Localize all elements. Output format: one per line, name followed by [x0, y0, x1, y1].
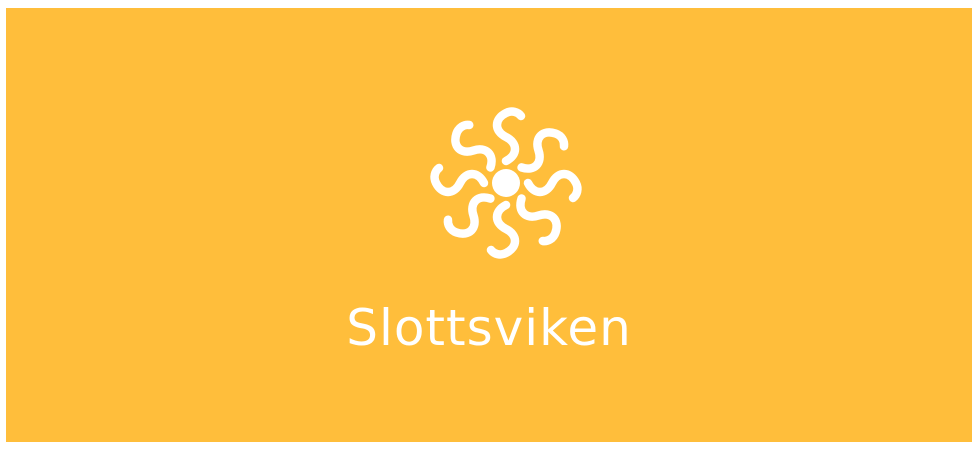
sun-ray-5 [486, 200, 520, 259]
brand-name: Slottsviken [346, 299, 632, 357]
sun-ray-6 [443, 193, 495, 238]
sun-ray-3 [523, 169, 582, 203]
sun-ray-7 [430, 163, 489, 197]
sun-ray-1 [492, 107, 526, 166]
sun-ray-4 [516, 194, 561, 246]
sun-ray-2 [517, 128, 569, 173]
brand-banner: Slottsviken [6, 8, 972, 442]
sun-ray-8 [451, 120, 496, 172]
sun-swirl-icon [426, 103, 586, 263]
